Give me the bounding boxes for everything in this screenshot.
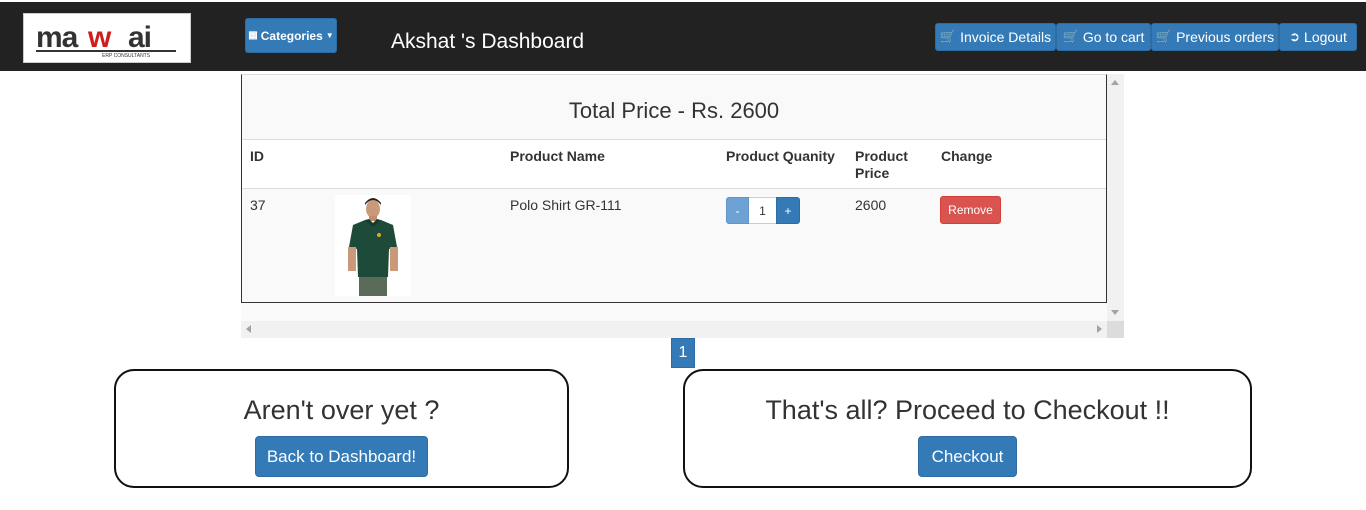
cart-icon: 🛒 [939,29,957,44]
cart-scroll-container[interactable]: Total Price - Rs. 2600 ID Product Name P… [241,74,1124,338]
checkout-button[interactable]: Checkout [918,436,1017,477]
invoice-details-label: Invoice Details [960,29,1052,45]
header-price-line1: Product [855,148,908,164]
invoice-details-button[interactable]: 🛒 Invoice Details [935,23,1056,51]
scroll-up-arrow-icon[interactable] [1111,80,1119,85]
header-id: ID [250,148,264,164]
previous-orders-button[interactable]: 🛒 Previous orders [1151,23,1279,51]
cart-table: Total Price - Rs. 2600 ID Product Name P… [241,74,1107,303]
decrease-quantity-button[interactable]: - [726,197,749,224]
svg-text:ERP CONSULTANTS: ERP CONSULTANTS [102,53,151,59]
quantity-stepper: - 1 + [726,197,800,224]
header-product-price: Product Price [855,148,908,182]
header-product-quantity: Product Quanity [726,148,835,164]
header-change: Change [941,148,993,164]
svg-text:w: w [87,21,112,54]
scrollbar-corner [1107,321,1124,338]
logout-icon: ➲ [1289,29,1301,44]
continue-shopping-box: Aren't over yet ? Back to Dashboard! [114,369,569,488]
checkout-title: That's all? Proceed to Checkout !! [765,395,1170,425]
categories-label: Categories [260,28,323,43]
logout-button[interactable]: ➲ Logout [1279,23,1357,51]
categories-dropdown-button[interactable]: ▦ Categories ▼ [245,18,337,53]
back-to-dashboard-button[interactable]: Back to Dashboard! [255,436,428,477]
go-to-cart-button[interactable]: 🛒 Go to cart [1056,23,1151,51]
header-product-name: Product Name [510,148,605,164]
logout-label: Logout [1304,29,1347,45]
svg-text:ma: ma [36,21,79,54]
row-product-price: 2600 [855,197,887,213]
quantity-value[interactable]: 1 [749,197,776,224]
cart-icon: 🛒 [1155,29,1173,44]
previous-orders-label: Previous orders [1176,29,1275,45]
navbar: ma w ai ERP CONSULTANTS ▦ Categories ▼ A… [0,0,1366,71]
row-id: 37 [250,197,266,213]
scroll-right-arrow-icon[interactable] [1097,325,1102,333]
scroll-left-arrow-icon[interactable] [246,325,251,333]
horizontal-scrollbar[interactable] [241,321,1107,338]
mawai-logo[interactable]: ma w ai ERP CONSULTANTS [23,13,191,63]
header-price-line2: Price [855,165,890,181]
pagination-page-1[interactable]: 1 [671,338,695,368]
total-price: Total Price - Rs. 2600 [242,75,1106,140]
svg-text:ai: ai [128,21,151,54]
grid-icon: ▦ [248,30,258,41]
caret-down-icon: ▼ [325,31,334,40]
vertical-scrollbar[interactable] [1107,74,1124,321]
dashboard-title: Akshat 's Dashboard [391,30,585,53]
product-image [335,195,411,296]
go-to-cart-label: Go to cart [1082,29,1145,45]
cart-icon: 🛒 [1062,29,1079,44]
checkout-box: That's all? Proceed to Checkout !! Check… [683,369,1252,488]
remove-button[interactable]: Remove [940,196,1001,224]
scroll-down-arrow-icon[interactable] [1111,310,1119,315]
continue-shopping-title: Aren't over yet ? [243,395,440,425]
increase-quantity-button[interactable]: + [776,197,800,224]
row-product-name: Polo Shirt GR-111 [510,197,622,213]
